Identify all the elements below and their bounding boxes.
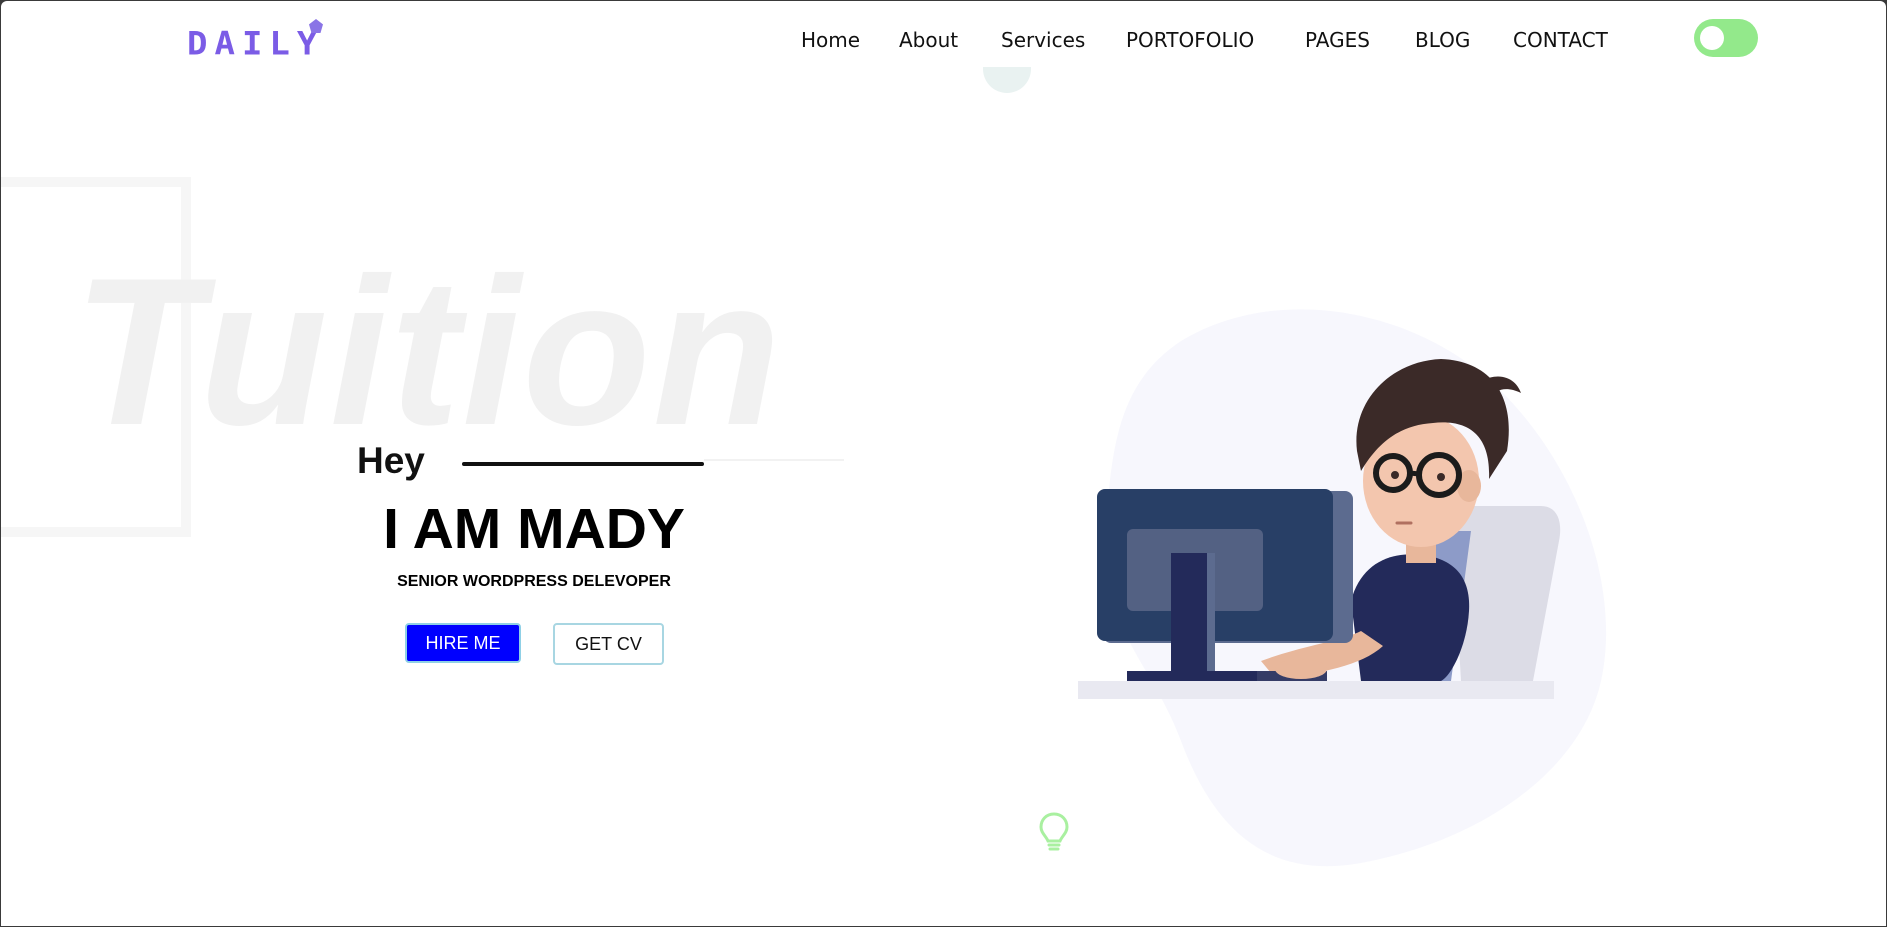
greeting-underline bbox=[462, 462, 704, 466]
monitor-stand-shade bbox=[1207, 553, 1215, 678]
nav-services[interactable]: Services bbox=[1001, 25, 1085, 55]
hero-role: SENIOR WORDPRESS DELEVOPER bbox=[397, 573, 671, 590]
developer-illustration bbox=[1078, 309, 1607, 867]
logo[interactable]: DAILY bbox=[187, 28, 324, 60]
greeting: Hey bbox=[357, 440, 425, 481]
nav-blog[interactable]: BLOG bbox=[1415, 25, 1470, 55]
nav-about[interactable]: About bbox=[899, 25, 958, 55]
hire-me-button[interactable]: HIRE ME bbox=[405, 623, 521, 663]
nav-portfolio[interactable]: PORTOFOLIO bbox=[1126, 25, 1254, 55]
decorative-semicircle bbox=[983, 67, 1031, 93]
background-word: Tuition bbox=[73, 234, 783, 469]
get-cv-button[interactable]: GET CV bbox=[553, 623, 664, 665]
nav-contact[interactable]: CONTACT bbox=[1513, 25, 1608, 55]
greeting-underline-faint bbox=[704, 459, 844, 461]
nav-home[interactable]: Home bbox=[801, 25, 860, 55]
hero-headline: I AM MADY bbox=[383, 497, 685, 561]
desk bbox=[1078, 681, 1554, 699]
hand bbox=[1275, 659, 1327, 679]
pentagon-icon bbox=[309, 19, 323, 33]
toggle-knob bbox=[1700, 26, 1724, 50]
page: DAILY Home About Services PORTOFOLIO PAG… bbox=[1, 1, 1886, 926]
nav-pages[interactable]: PAGES bbox=[1305, 25, 1370, 55]
theme-toggle[interactable] bbox=[1694, 19, 1758, 57]
monitor-base bbox=[1127, 671, 1257, 681]
body-shirt bbox=[1351, 554, 1470, 681]
